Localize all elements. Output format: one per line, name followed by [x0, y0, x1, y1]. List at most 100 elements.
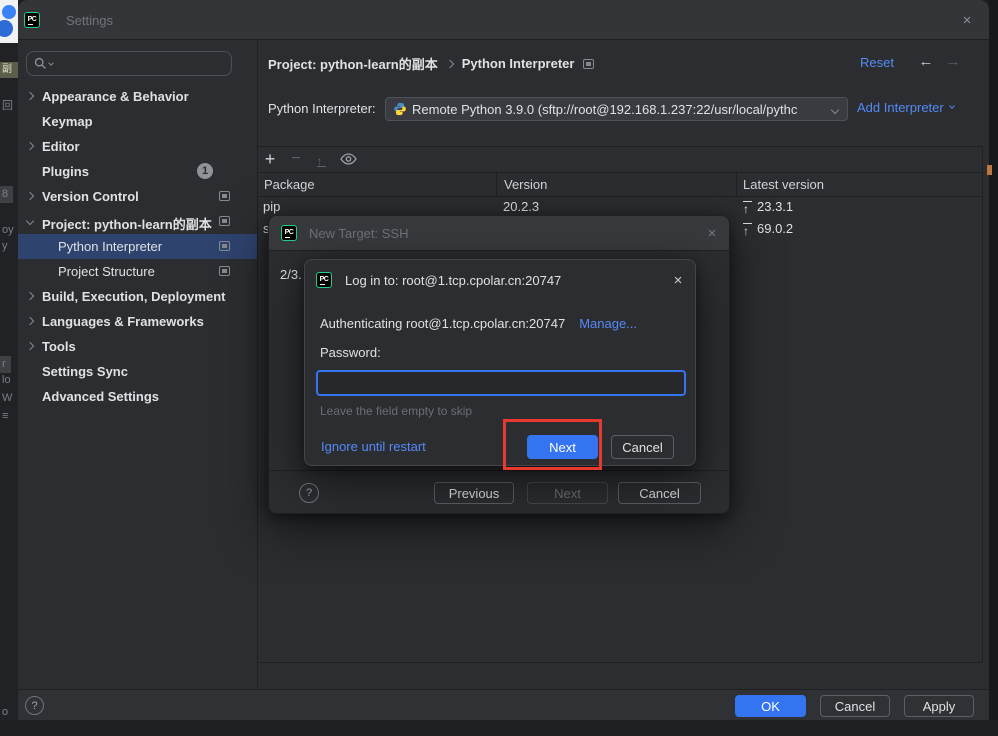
background-text-fragment: y: [2, 240, 8, 253]
background-app-icon-2: [0, 20, 13, 37]
background-text-fragment: 回: [2, 100, 13, 113]
show-early-releases-icon[interactable]: [338, 146, 358, 172]
sidebar-item-project-structure[interactable]: Project Structure: [18, 259, 257, 284]
chevron-down-icon[interactable]: [26, 217, 34, 225]
add-interpreter-label: Add Interpreter: [857, 100, 944, 115]
project-scope-icon: [219, 191, 230, 201]
background-text-fragment: r: [0, 356, 11, 373]
sidebar-item-label: Languages & Frameworks: [42, 314, 204, 329]
background-text-fragment: lo: [2, 374, 11, 387]
sidebar-item-appearance-behavior[interactable]: Appearance & Behavior: [18, 84, 257, 109]
chevron-right-icon[interactable]: [26, 342, 34, 350]
scrollbar-error-stripe: [987, 165, 992, 175]
sidebar-item-languages-frameworks[interactable]: Languages & Frameworks: [18, 309, 257, 334]
search-input[interactable]: [55, 56, 205, 71]
sidebar-item-label: Version Control: [42, 189, 139, 204]
sidebar-item-version-control[interactable]: Version Control: [18, 184, 257, 209]
screen: 副 回8oyyrloW≡o PC Settings × Appearance &…: [0, 0, 998, 736]
wizard-cancel-button[interactable]: Cancel: [618, 482, 701, 504]
sidebar-item-python-interpreter[interactable]: Python Interpreter: [18, 234, 257, 259]
sidebar-item-label: Editor: [42, 139, 80, 154]
sidebar-item-label: Project: python-learn的副本: [42, 214, 212, 233]
python-icon: [393, 102, 407, 116]
password-hint: Leave the field empty to skip: [320, 404, 472, 418]
sidebar-item-label: Python Interpreter: [58, 239, 162, 254]
pycharm-dialog-icon: PC: [281, 225, 297, 241]
wizard-previous-button[interactable]: Previous: [434, 482, 514, 504]
reset-link[interactable]: Reset: [860, 55, 894, 70]
project-scope-icon: [219, 266, 230, 276]
login-dialog-close-icon[interactable]: ×: [669, 271, 687, 289]
pycharm-app-icon: PC: [24, 12, 40, 28]
upgrade-available-icon: [742, 201, 753, 213]
interpreter-value: Remote Python 3.9.0 (sftp://root@192.168…: [412, 102, 797, 117]
manage-link[interactable]: Manage...: [579, 316, 637, 331]
settings-footer: ? OK Cancel Apply: [18, 689, 989, 720]
ok-button[interactable]: OK: [735, 695, 806, 717]
add-interpreter-chevron-icon: [949, 103, 955, 109]
background-app-icon: [2, 5, 16, 19]
breadcrumb-page: Python Interpreter: [462, 56, 575, 71]
settings-close-icon[interactable]: ×: [958, 11, 976, 29]
install-package-icon[interactable]: +: [262, 146, 278, 172]
sidebar-item-project-python-learn[interactable]: Project: python-learn的副本: [18, 209, 257, 234]
project-scope-icon: [219, 241, 230, 251]
add-interpreter-link[interactable]: Add Interpreter: [857, 100, 954, 115]
cancel-button[interactable]: Cancel: [820, 695, 890, 717]
sidebar-item-label: Plugins: [42, 164, 89, 179]
chevron-right-icon[interactable]: [26, 192, 34, 200]
background-window-right-edge: [989, 0, 998, 736]
ssh-dialog-footer: ? Previous Next Cancel: [269, 470, 729, 513]
plugins-count-badge: 1: [197, 163, 213, 179]
chevron-right-icon[interactable]: [26, 317, 34, 325]
column-version: Version: [504, 177, 547, 192]
wizard-help-icon[interactable]: ?: [299, 483, 319, 503]
background-text-fragment: oy: [2, 224, 14, 237]
package-version: 20.2.3: [503, 199, 539, 214]
sidebar-item-plugins[interactable]: Plugins 1: [18, 159, 257, 184]
ssh-dialog-close-icon[interactable]: ×: [703, 224, 721, 242]
package-latest-version: 23.3.1: [742, 199, 793, 214]
chevron-right-icon[interactable]: [26, 292, 34, 300]
packages-table-header: Package Version Latest version: [258, 173, 982, 197]
package-latest-version: 69.0.2: [742, 221, 793, 236]
ignore-until-restart-link[interactable]: Ignore until restart: [321, 439, 426, 454]
sidebar-item-advanced-settings[interactable]: Advanced Settings: [18, 384, 257, 409]
window-title: Settings: [66, 13, 113, 28]
sidebar-item-tools[interactable]: Tools: [18, 334, 257, 359]
settings-search-box[interactable]: [26, 51, 232, 76]
login-cancel-button[interactable]: Cancel: [611, 435, 674, 459]
background-tab-fragment: 副: [0, 62, 18, 78]
password-input[interactable]: [316, 370, 686, 396]
interpreter-dropdown[interactable]: Remote Python 3.9.0 (sftp://root@192.168…: [385, 97, 848, 121]
settings-titlebar: PC Settings ×: [18, 0, 989, 40]
sidebar-item-editor[interactable]: Editor: [18, 134, 257, 159]
annotation-highlight-rectangle: [503, 419, 602, 470]
sidebar-item-label: Tools: [42, 339, 76, 354]
sidebar-item-label: Build, Execution, Deployment: [42, 289, 225, 304]
wizard-next-button[interactable]: Next: [527, 482, 608, 504]
ssh-login-dialog: PC Log in to: root@1.tcp.cpolar.cn:20747…: [304, 259, 696, 466]
password-label: Password:: [320, 345, 381, 360]
column-separator: [736, 173, 737, 197]
apply-button[interactable]: Apply: [904, 695, 974, 717]
chevron-right-icon[interactable]: [26, 142, 34, 150]
project-scope-icon: [583, 59, 594, 69]
sidebar-item-build-execution-deployment[interactable]: Build, Execution, Deployment: [18, 284, 257, 309]
background-text-fragment: o: [2, 706, 8, 719]
help-icon[interactable]: ?: [25, 696, 44, 715]
breadcrumb-chevron-icon: [446, 59, 454, 67]
packages-toolbar: [258, 147, 982, 173]
upgrade-package-icon[interactable]: [313, 146, 329, 172]
search-icon: [34, 57, 47, 70]
breadcrumb-project: Project: python-learn的副本: [268, 54, 438, 73]
column-package: Package: [264, 177, 315, 192]
pycharm-dialog-icon: PC: [316, 272, 332, 288]
sidebar-item-label: Appearance & Behavior: [42, 89, 189, 104]
uninstall-package-icon[interactable]: −: [288, 146, 304, 172]
chevron-right-icon[interactable]: [26, 92, 34, 100]
back-arrow-icon[interactable]: ←: [917, 53, 935, 71]
sidebar-item-keymap[interactable]: Keymap: [18, 109, 257, 134]
sidebar-item-settings-sync[interactable]: Settings Sync: [18, 359, 257, 384]
forward-arrow-icon[interactable]: →: [944, 53, 962, 71]
